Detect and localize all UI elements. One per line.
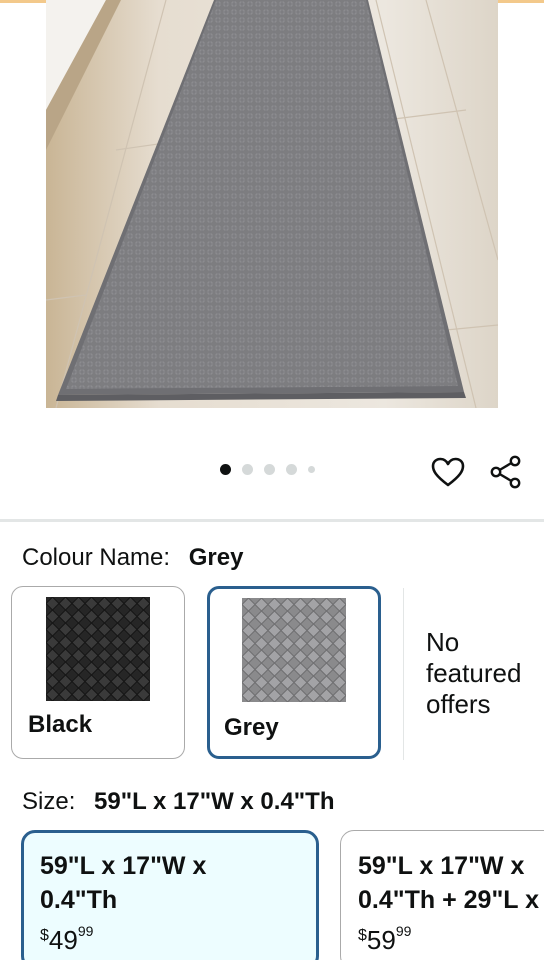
size-option-line2: 0.4"Th [40,886,118,914]
size-option-name: 59"L x 17"W x 0.4"Th [40,849,206,917]
size-label: Size: [22,788,76,815]
image-carousel-dots[interactable] [220,462,315,476]
carousel-dot-2[interactable] [242,463,253,475]
size-option-name: 59"L x 17"W x 0.4"Th + 29"L x [358,849,539,917]
size-option-2[interactable]: 59"L x 17"W x 0.4"Th + 29"L x $5999 [340,830,544,960]
size-option-price: $5999 [358,923,412,956]
size-row: Size: 59"L x 17"W x 0.4"Th [22,788,335,816]
size-option-price: $4999 [40,923,94,956]
size-option-line1: 59"L x 17"W x [358,852,525,880]
price-currency: $ [40,927,49,944]
size-selected-value: 59"L x 17"W x 0.4"Th [94,788,335,815]
black-swatch-image [46,597,150,701]
carousel-dot-5[interactable] [308,465,315,473]
colour-selected-value: Grey [188,544,244,571]
wishlist-button[interactable] [428,452,468,492]
size-option-line1: 59"L x 17"W x [40,852,207,880]
price-fraction: 99 [395,923,412,939]
section-divider [0,519,544,522]
share-icon [490,455,521,489]
colour-option-grey[interactable]: Grey [207,586,381,759]
colour-option-label: Black [28,711,93,738]
no-featured-offers-text: No featured offers [426,627,522,719]
price-whole: 59 [366,925,396,955]
price-fraction: 99 [77,923,94,939]
price-currency: $ [358,927,367,944]
colour-name-row: Colour Name: Grey [22,544,243,572]
product-image[interactable] [46,0,498,408]
size-option-1[interactable]: 59"L x 17"W x 0.4"Th $4999 [21,830,319,960]
colour-option-label: Grey [224,714,279,741]
size-option-line2: 0.4"Th + 29"L x [358,886,539,914]
colour-option-black[interactable]: Black [11,586,185,759]
share-button[interactable] [486,452,526,492]
vertical-separator [403,588,404,760]
price-whole: 49 [48,925,78,955]
grey-swatch-image [242,598,346,702]
carousel-dot-3[interactable] [264,463,275,475]
carousel-dot-4[interactable] [286,463,297,475]
colour-label: Colour Name: [22,544,171,571]
heart-icon [431,457,465,487]
carousel-dot-1[interactable] [220,463,231,475]
